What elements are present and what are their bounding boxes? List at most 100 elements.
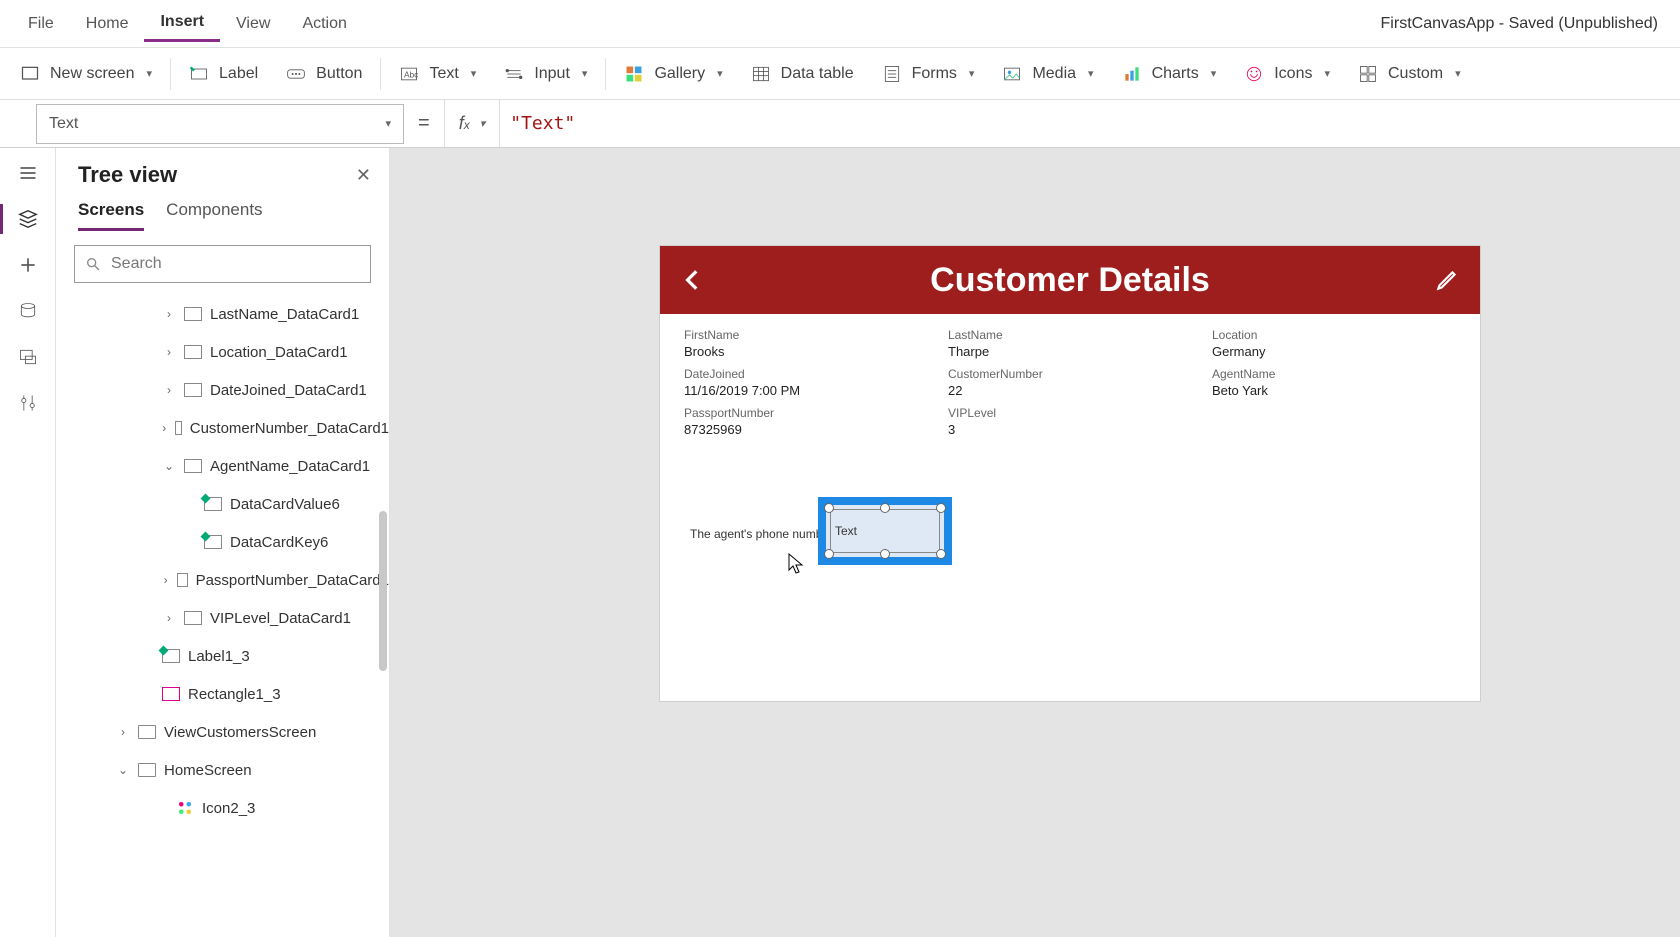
menu-insert[interactable]: Insert: [144, 5, 220, 42]
chevron-down-icon: ▾: [717, 67, 723, 80]
chevron-down-icon: ▾: [1324, 67, 1330, 80]
card-viplevel: VIPLevel3: [948, 406, 1192, 437]
input-dropdown[interactable]: Input▾: [490, 48, 601, 99]
label-icon: [189, 64, 209, 84]
data-icon[interactable]: [17, 300, 39, 322]
chevron-down-icon: ▾: [1088, 67, 1094, 80]
chevron-down-icon: ▾: [480, 117, 486, 130]
icons-icon: [1244, 64, 1264, 84]
menu-file[interactable]: File: [12, 7, 70, 41]
new-screen-button[interactable]: New screen▾: [6, 48, 166, 99]
custom-dropdown[interactable]: Custom▾: [1344, 48, 1475, 99]
tree-view-panel: Tree view ✕ Screens Components Search ›L…: [56, 148, 390, 937]
text-icon: Abc: [399, 64, 419, 84]
input-icon: [504, 64, 524, 84]
device-preview[interactable]: Customer Details FirstNameBrooks LastNam…: [660, 246, 1480, 701]
tree-node-homescreen[interactable]: ⌄HomeScreen: [56, 751, 389, 789]
back-icon[interactable]: [680, 267, 706, 293]
media-dropdown[interactable]: Media▾: [988, 48, 1107, 99]
chevron-down-icon: ▾: [1211, 67, 1217, 80]
insert-icon[interactable]: [17, 254, 39, 276]
tree-node-icon2-3[interactable]: Icon2_3: [56, 789, 389, 827]
resize-handle[interactable]: [880, 549, 890, 559]
chevron-down-icon: ▾: [146, 67, 152, 80]
icons-dropdown[interactable]: Icons▾: [1230, 48, 1344, 99]
button-icon: [286, 64, 306, 84]
data-table-icon: [751, 64, 771, 84]
card-agentname: AgentNameBeto Yark: [1212, 367, 1456, 398]
tree-node-rectangle1-3[interactable]: Rectangle1_3: [56, 675, 389, 713]
svg-text:Abc: Abc: [404, 69, 418, 79]
chevron-down-icon: ▾: [471, 67, 477, 80]
formula-bar: Text ▾ = fx▾ "Text": [0, 100, 1680, 148]
card-datejoined: DateJoined11/16/2019 7:00 PM: [684, 367, 928, 398]
search-icon: [85, 256, 101, 272]
card-passport: PassportNumber87325969: [684, 406, 928, 437]
media-icon: [1002, 64, 1022, 84]
tab-components[interactable]: Components: [166, 200, 262, 231]
data-table-button[interactable]: Data table: [737, 48, 868, 99]
tree-list[interactable]: ›LastName_DataCard1 ›Location_DataCard1 …: [56, 291, 389, 937]
tree-node-datejoined[interactable]: ›DateJoined_DataCard1: [56, 371, 389, 409]
tree-node-passport[interactable]: ›PassportNumber_DataCard1: [56, 561, 389, 599]
equals-sign: =: [404, 112, 444, 135]
resize-handle[interactable]: [936, 503, 946, 513]
charts-dropdown[interactable]: Charts▾: [1108, 48, 1231, 99]
gallery-icon: [624, 64, 644, 84]
gallery-dropdown[interactable]: Gallery▾: [610, 48, 736, 99]
card-firstname: FirstNameBrooks: [684, 328, 928, 359]
resize-handle[interactable]: [824, 503, 834, 513]
chevron-down-icon[interactable]: ⌄: [162, 459, 176, 473]
tree-view-icon[interactable]: [17, 208, 39, 230]
tree-node-customernumber[interactable]: ›CustomerNumber_DataCard1: [56, 409, 389, 447]
resize-handle[interactable]: [936, 549, 946, 559]
chevron-down-icon: ▾: [969, 67, 975, 80]
search-input[interactable]: Search: [74, 245, 371, 283]
label-button[interactable]: Label: [175, 48, 272, 99]
left-rail: [0, 148, 56, 937]
forms-dropdown[interactable]: Forms▾: [868, 48, 989, 99]
tree-node-lastname[interactable]: ›LastName_DataCard1: [56, 295, 389, 333]
advanced-tools-icon[interactable]: [17, 392, 39, 414]
custom-icon: [1358, 64, 1378, 84]
tree-node-agentname[interactable]: ⌄AgentName_DataCard1: [56, 447, 389, 485]
tree-node-location[interactable]: ›Location_DataCard1: [56, 333, 389, 371]
tree-view-title: Tree view: [78, 162, 177, 188]
tree-node-viewcustomers[interactable]: ›ViewCustomersScreen: [56, 713, 389, 751]
ribbon: New screen▾ Label Button Abc Text▾ Input…: [0, 48, 1680, 100]
media-rail-icon[interactable]: [17, 346, 39, 368]
charts-icon: [1122, 64, 1142, 84]
property-selector[interactable]: Text ▾: [36, 104, 404, 144]
scrollbar-thumb[interactable]: [379, 511, 387, 671]
text-dropdown[interactable]: Abc Text▾: [385, 48, 490, 99]
chevron-down-icon[interactable]: ⌄: [116, 763, 130, 777]
resize-handle[interactable]: [824, 549, 834, 559]
tab-screens[interactable]: Screens: [78, 200, 144, 231]
fx-button[interactable]: fx▾: [444, 100, 501, 147]
edit-icon[interactable]: [1434, 267, 1460, 293]
button-button[interactable]: Button: [272, 48, 376, 99]
formula-input[interactable]: "Text": [500, 113, 575, 134]
card-lastname: LastNameTharpe: [948, 328, 1192, 359]
chevron-down-icon: ▾: [385, 117, 391, 130]
tree-node-datacardkey6[interactable]: DataCardKey6: [56, 523, 389, 561]
hamburger-icon[interactable]: [17, 162, 39, 184]
card-customernumber: CustomerNumber22: [948, 367, 1192, 398]
forms-icon: [882, 64, 902, 84]
selected-label-control[interactable]: Text: [818, 497, 952, 565]
card-location: LocationGermany: [1212, 328, 1456, 359]
menu-action[interactable]: Action: [286, 7, 362, 41]
screen-header: Customer Details: [660, 246, 1480, 314]
menu-view[interactable]: View: [220, 7, 286, 41]
tree-node-viplevel[interactable]: ›VIPLevel_DataCard1: [56, 599, 389, 637]
screen-title: Customer Details: [706, 261, 1434, 300]
new-screen-icon: [20, 64, 40, 84]
menu-home[interactable]: Home: [70, 7, 145, 41]
chevron-down-icon: ▾: [1455, 67, 1461, 80]
tree-node-datacardvalue6[interactable]: DataCardValue6: [56, 485, 389, 523]
app-title: FirstCanvasApp - Saved (Unpublished): [1381, 15, 1668, 33]
close-icon[interactable]: ✕: [356, 165, 371, 186]
resize-handle[interactable]: [880, 503, 890, 513]
canvas[interactable]: Customer Details FirstNameBrooks LastNam…: [390, 148, 1680, 937]
tree-node-label1-3[interactable]: Label1_3: [56, 637, 389, 675]
